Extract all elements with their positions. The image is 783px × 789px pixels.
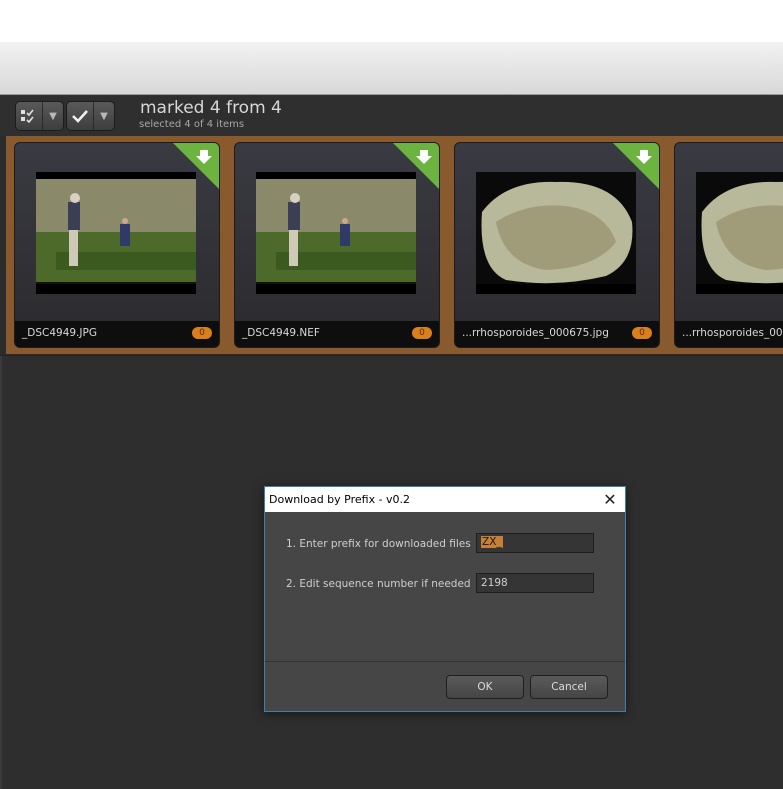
thumbnail-cell[interactable]: ...rrhosporoides_000675.jpg — [666, 136, 783, 354]
thumbnail-filename: ...rrhosporoides_000675.jpg — [462, 327, 609, 339]
dialog-title: Download by Prefix - v0.2 — [269, 493, 411, 506]
check-button-group: ▼ — [66, 101, 115, 131]
thumbnail-cell[interactable]: _DSC4949.NEF 0 — [226, 136, 446, 354]
toolbar: ▼ ▼ — [0, 95, 783, 136]
ok-button[interactable]: OK — [446, 675, 524, 699]
selection-count-subtitle: selected 4 of 4 items — [139, 119, 245, 130]
marked-count-title: marked 4 from 4 — [140, 98, 282, 118]
thumbnail-footer: ...rrhosporoides_000675.jpg — [675, 321, 783, 347]
download-marker-icon — [173, 143, 219, 189]
garden-photo — [256, 172, 416, 294]
rating-badge: 0 — [632, 327, 652, 339]
thumbnail-card[interactable]: _DSC4949.NEF 0 — [234, 142, 440, 348]
cancel-button[interactable]: Cancel — [530, 675, 608, 699]
thumbnail-footer: _DSC4949.NEF 0 — [235, 321, 439, 347]
close-icon[interactable]: ✕ — [595, 487, 625, 512]
checkmark-icon[interactable] — [67, 102, 93, 130]
prefix-selected-text: ZX_ — [481, 536, 503, 548]
rating-badge: 0 — [412, 327, 432, 339]
window-top-area — [0, 0, 783, 42]
sequence-input[interactable] — [476, 573, 594, 593]
thumbnail-footer: ...rrhosporoides_000675.jpg 0 — [455, 321, 659, 347]
download-marker-icon — [393, 143, 439, 189]
chevron-down-icon[interactable]: ▼ — [93, 102, 114, 130]
dialog-titlebar: Download by Prefix - v0.2 ✕ — [265, 487, 625, 512]
thumbnail-card[interactable]: ...rrhosporoides_000675.jpg 0 — [454, 142, 660, 348]
thumbnail-card[interactable]: ...rrhosporoides_000675.jpg — [674, 142, 783, 348]
lichen-photo — [696, 172, 783, 294]
thumbnail-cell[interactable]: ...rrhosporoides_000675.jpg 0 — [446, 136, 666, 354]
thumbnail-card[interactable]: _DSC4949.JPG 0 — [14, 142, 220, 348]
prefix-input[interactable]: ZX_ — [476, 533, 594, 553]
garden-photo — [36, 172, 196, 294]
thumbnail-filename: _DSC4949.NEF — [242, 327, 320, 339]
lichen-photo — [476, 172, 636, 294]
select-list-icon[interactable] — [16, 102, 42, 130]
thumbnail-cell[interactable]: _DSC4949.JPG 0 — [6, 136, 226, 354]
download-marker-icon — [613, 143, 659, 189]
window-header-bar — [0, 42, 783, 95]
thumbnail-footer: _DSC4949.JPG 0 — [15, 321, 219, 347]
thumbnail-filename: _DSC4949.JPG — [22, 327, 97, 339]
strip-divider — [0, 355, 783, 356]
rating-badge: 0 — [192, 327, 212, 339]
prefix-label: 1. Enter prefix for downloaded files — [286, 538, 471, 550]
thumbnail-filename: ...rrhosporoides_000675.jpg — [682, 327, 783, 339]
sequence-label: 2. Edit sequence number if needed — [286, 578, 471, 590]
dialog-separator — [265, 661, 625, 662]
thumbnail-strip: _DSC4949.JPG 0 _DSC4949.NEF 0 ...rrhospo… — [0, 136, 783, 356]
left-edge — [0, 356, 2, 789]
download-by-prefix-dialog: Download by Prefix - v0.2 ✕ 1. Enter pre… — [264, 486, 626, 712]
select-button-group: ▼ — [15, 101, 64, 131]
chevron-down-icon[interactable]: ▼ — [42, 102, 63, 130]
